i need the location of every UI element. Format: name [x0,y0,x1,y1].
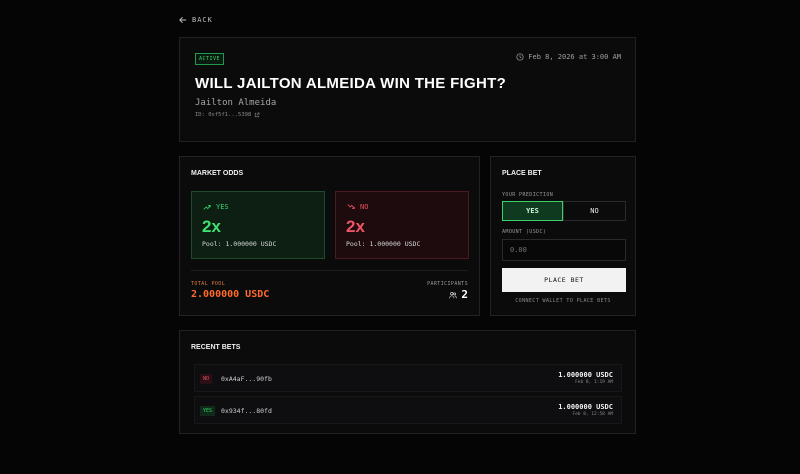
back-link[interactable]: BACK [179,16,213,24]
place-bet-card: PLACE BET YOUR PREDICTION YES NO AMOUNT … [490,156,636,316]
place-bet-button[interactable]: PLACE BET [502,268,626,292]
participants-count: 2 [449,288,468,301]
predict-no-button[interactable]: NO [563,201,626,221]
recent-bets-card: RECENT BETS NO 0xA4aF...90fb 1.000000 US… [179,330,636,434]
predict-yes-button[interactable]: YES [502,201,563,221]
yes-odds-panel[interactable]: YES 2x Pool: 1.000000 USDC [191,191,325,259]
bet-row: NO 0xA4aF...90fb 1.000000 USDC Feb 8, 1:… [194,364,622,392]
status-badge: ACTIVE [195,53,225,65]
bet-address: 0xA4aF...90fb [221,375,272,383]
no-odds-panel[interactable]: NO 2x Pool: 1.000000 USDC [335,191,469,259]
clock-icon [516,53,524,61]
bet-amount: 1.000000 USDC [558,371,613,379]
back-label: BACK [192,16,213,24]
amount-input[interactable] [502,239,626,261]
market-date-text: Feb 8, 2026 at 3:00 AM [528,53,621,61]
yes-odds-text: YES [216,203,229,211]
trend-down-icon [347,204,355,210]
bet-address: 0x934f...80fd [221,407,272,415]
prediction-label: YOUR PREDICTION [502,192,554,198]
no-pool: Pool: 1.000000 USDC [346,240,421,248]
market-title: WILL JAILTON ALMEIDA WIN THE FIGHT? [195,75,507,92]
bet-side-badge: YES [200,406,216,416]
market-odds-heading: MARKET ODDS [191,170,244,177]
trend-up-icon [203,204,211,210]
participants-label: PARTICIPANTS [427,281,468,287]
market-id-link[interactable]: ID: 0xf5f1...5398 [195,112,260,118]
no-odds-label: NO [347,203,368,211]
bet-time: Feb 8, 12:58 AM [572,412,613,417]
yes-odds-label: YES [203,203,229,211]
market-subtitle: Jailton Almeida [195,98,277,108]
total-pool-label: TOTAL POOL [191,281,226,287]
recent-bets-heading: RECENT BETS [191,344,241,351]
no-multiplier: 2x [346,217,365,236]
yes-multiplier: 2x [202,217,221,236]
market-id-text: ID: 0xf5f1...5398 [195,112,252,118]
no-odds-text: NO [360,203,369,211]
market-header-card: ACTIVE Feb 8, 2026 at 3:00 AM WILL JAILT… [179,37,636,142]
participants-value: 2 [461,288,468,301]
external-link-icon [255,112,260,118]
total-pool-value: 2.000000 USDC [191,289,270,300]
market-odds-card: MARKET ODDS YES 2x Pool: 1.000000 USDC N… [179,156,480,316]
amount-label: AMOUNT (USDC) [502,229,547,235]
connect-wallet-note: CONNECT WALLET TO PLACE BETS [515,298,611,304]
market-date: Feb 8, 2026 at 3:00 AM [516,53,621,61]
bet-time: Feb 8, 1:19 AM [575,380,613,385]
bet-amount: 1.000000 USDC [558,403,613,411]
users-icon [449,291,458,298]
bet-row: YES 0x934f...80fd 1.000000 USDC Feb 8, 1… [194,396,622,424]
yes-pool: Pool: 1.000000 USDC [202,240,277,248]
odds-divider [191,270,468,271]
bet-side-badge: NO [200,374,213,384]
place-bet-heading: PLACE BET [502,170,542,177]
arrow-left-icon [179,16,187,24]
